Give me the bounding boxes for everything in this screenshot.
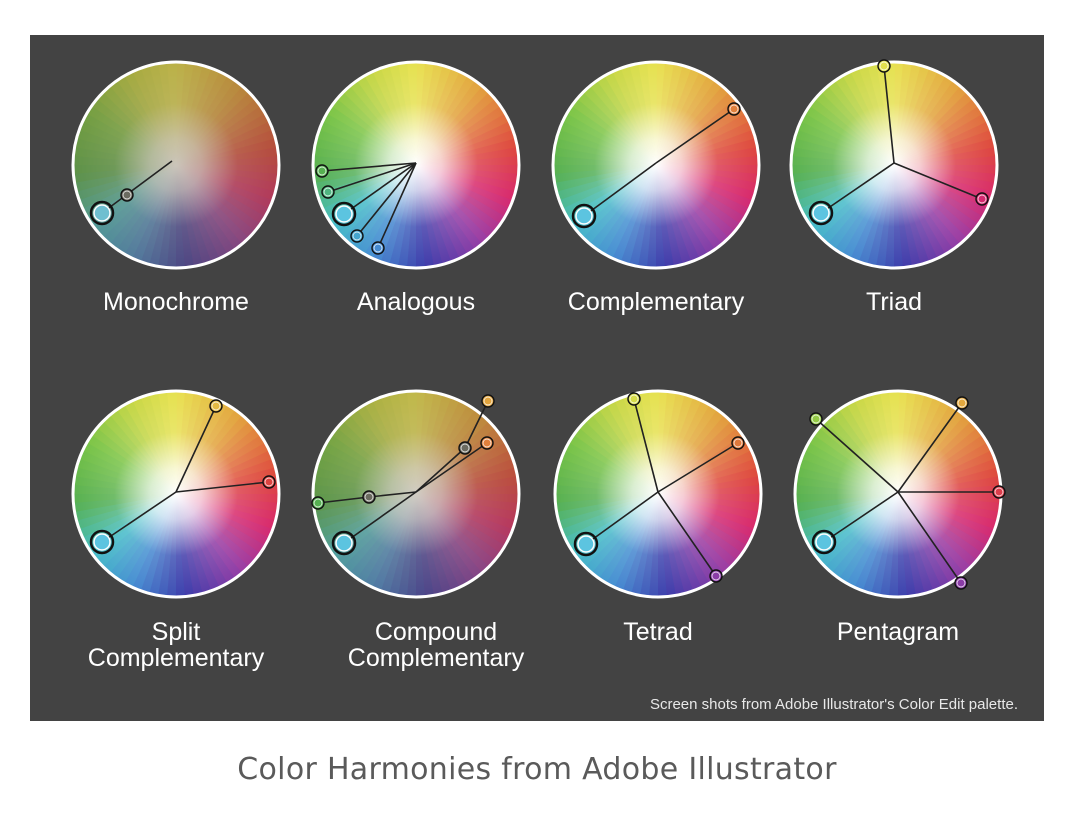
- label-line: Pentagram: [836, 618, 960, 646]
- label-complementary: Complementary: [536, 289, 776, 315]
- wheel-triad: [788, 59, 1000, 271]
- color-harmonies-figure: Monochrome Analogous Complementary Triad: [30, 35, 1044, 721]
- hue-wheel: [313, 62, 519, 268]
- base-color-swatch: [575, 207, 593, 225]
- color-wheel-icon: [311, 389, 521, 599]
- base-color-swatch: [577, 535, 595, 553]
- base-color-swatch: [812, 204, 830, 222]
- label-pentagram: Pentagram: [778, 619, 1018, 645]
- label-tetrad: Tetrad: [538, 619, 778, 645]
- label-triad: Triad: [774, 289, 1014, 315]
- hue-wheel: [791, 62, 997, 268]
- label-line: Analogous: [356, 288, 476, 316]
- label-line: Complementary: [567, 288, 745, 316]
- label-line: Split: [151, 618, 201, 646]
- label-line: Triad: [865, 288, 923, 316]
- source-note: Screen shots from Adobe Illustrator's Co…: [649, 696, 1018, 713]
- label-line: Complementary: [87, 644, 265, 672]
- base-color-swatch: [335, 205, 353, 223]
- hue-wheel: [555, 391, 761, 597]
- wheel-monochrome: [70, 59, 282, 271]
- wheel-compound-complementary: [310, 388, 522, 600]
- label-monochrome: Monochrome: [56, 289, 296, 315]
- label-line: Tetrad: [623, 618, 693, 646]
- hue-wheel: [795, 391, 1001, 597]
- label-line: Monochrome: [103, 288, 249, 316]
- hue-wheel: [313, 391, 519, 597]
- figure-caption: Color Harmonies from Adobe Illustrator: [237, 752, 837, 787]
- hue-wheel: [73, 391, 279, 597]
- color-wheel-icon: [793, 389, 1006, 599]
- label-compound-complementary: Compound Complementary: [316, 619, 556, 671]
- hue-wheel: [73, 62, 279, 268]
- color-wheel-icon: [553, 389, 763, 599]
- color-wheel-icon: [551, 60, 761, 270]
- wheel-split-complementary: [70, 388, 282, 600]
- label-line: Complementary: [347, 644, 525, 672]
- color-wheel-icon: [71, 60, 281, 270]
- wheel-pentagram: [792, 388, 1006, 600]
- wheel-analogous: [310, 59, 522, 271]
- base-color-swatch: [93, 533, 111, 551]
- base-color-swatch: [815, 533, 833, 551]
- wheel-complementary: [550, 59, 762, 271]
- base-color-swatch: [335, 534, 353, 552]
- color-wheel-icon: [71, 389, 281, 599]
- hue-wheel: [553, 62, 759, 268]
- color-wheel-icon: [311, 60, 521, 270]
- label-line: Compound: [374, 618, 498, 646]
- label-split-complementary: Split Complementary: [56, 619, 296, 671]
- label-analogous: Analogous: [296, 289, 536, 315]
- color-wheel-icon: [789, 59, 999, 270]
- base-color-swatch: [93, 204, 111, 222]
- wheel-tetrad: [552, 388, 764, 600]
